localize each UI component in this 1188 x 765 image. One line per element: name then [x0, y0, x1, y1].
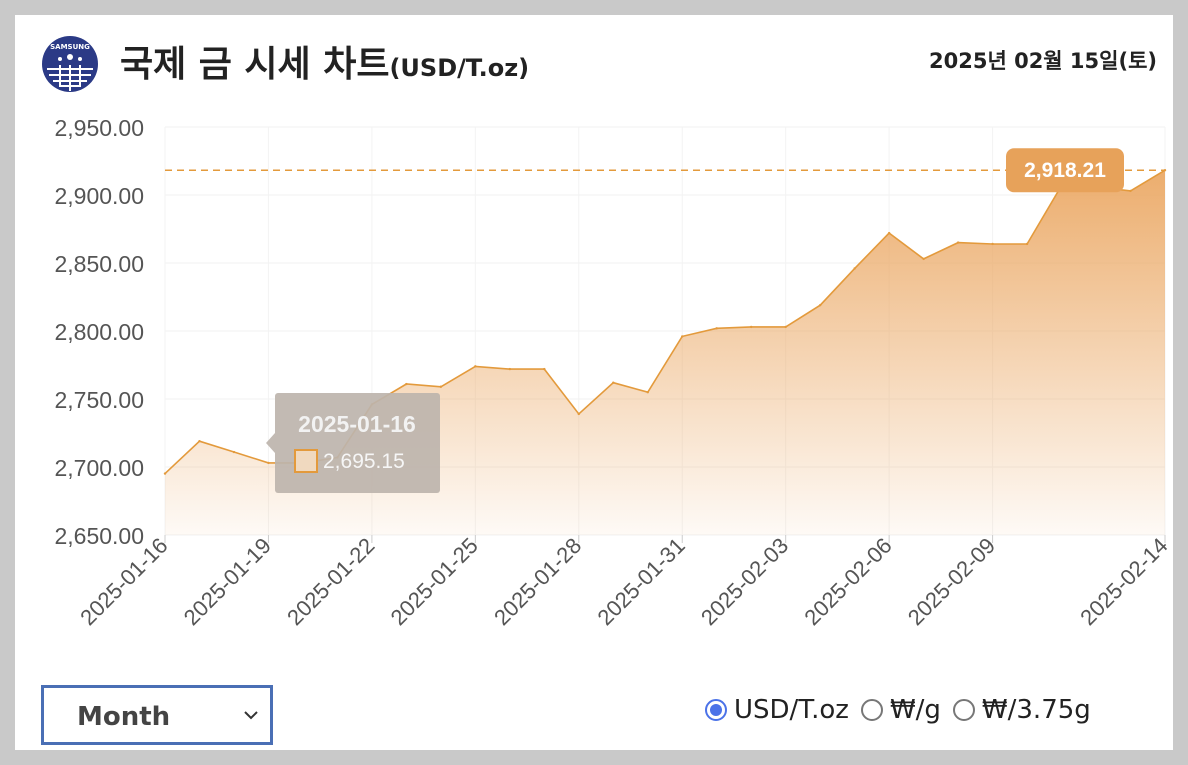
tooltip-arrow: [266, 433, 275, 453]
data-point: [750, 325, 753, 329]
data-point: [267, 461, 270, 465]
data-point: [853, 267, 856, 270]
unit-radio-label: ₩/g: [889, 695, 941, 725]
y-tick-label: 2,800.00: [54, 319, 144, 345]
radio-unchecked-icon[interactable]: [860, 699, 883, 721]
data-point: [612, 381, 615, 384]
data-point: [543, 367, 546, 371]
data-point: [163, 472, 167, 475]
radio-unchecked-icon[interactable]: [952, 699, 975, 721]
x-tick-label: 2025-01-25: [386, 533, 483, 630]
unit-radio-krw-g[interactable]: ₩/g: [860, 695, 941, 725]
y-tick-label: 2,750.00: [54, 387, 144, 413]
x-tick-label: 2025-01-22: [282, 533, 379, 630]
period-select[interactable]: Month: [41, 685, 273, 745]
data-point: [646, 391, 649, 394]
x-tick-label: 2025-02-03: [696, 533, 793, 630]
tooltip-value: 2,695.15: [323, 450, 405, 473]
data-point: [991, 242, 994, 246]
data-point: [232, 450, 236, 454]
unit-radio-label: ₩/3.75g: [981, 695, 1091, 725]
data-point: [405, 382, 408, 386]
y-tick-label: 2,650.00: [54, 523, 144, 549]
y-axis: 2,950.00 2,900.00 2,850.00 2,800.00 2,750.00…: [54, 115, 144, 549]
data-point: [439, 385, 443, 388]
chevron-down-icon: [244, 711, 258, 720]
unit-radio-group: USD/T.oz ₩/g ₩/3.75g: [705, 695, 1103, 725]
unit-radio-krw-don[interactable]: ₩/3.75g: [952, 695, 1091, 725]
x-tick-label: 2025-01-19: [179, 533, 276, 630]
x-tick-label: 2025-02-06: [799, 533, 896, 630]
data-point: [922, 257, 925, 261]
y-tick-label: 2,900.00: [54, 183, 144, 209]
data-point: [681, 335, 684, 338]
data-point: [1129, 189, 1132, 193]
tooltip-date: 2025-01-16: [298, 411, 416, 437]
data-point: [198, 439, 201, 443]
gold-price-chart: 2,950.00 2,900.00 2,850.00 2,800.00 2,750.00…: [54, 115, 1172, 630]
x-axis: 2025-01-16 2025-01-19 2025-01-22 2025-01-25…: [75, 533, 1172, 630]
unit-radio-label: USD/T.oz: [734, 695, 849, 725]
x-tick-label: 2025-02-14: [1075, 533, 1172, 630]
data-point: [784, 325, 787, 329]
x-tick-label: 2025-02-09: [903, 533, 1000, 630]
tooltip-swatch: [294, 449, 318, 473]
data-point: [715, 327, 718, 330]
data-point: [887, 231, 891, 235]
chart-tooltip: 2025-01-16 2,695.15: [266, 393, 440, 493]
y-tick-label: 2,850.00: [54, 251, 144, 277]
current-price-label: 2,918.21: [1024, 159, 1106, 182]
gold-price-card: SAMSUNG 국제 금 시세 차트(USD/T.oz) 2025년 02월 1…: [15, 15, 1173, 750]
unit-radio-usd-toz[interactable]: USD/T.oz: [705, 695, 849, 725]
y-tick-label: 2,700.00: [54, 455, 144, 481]
data-point: [508, 367, 512, 371]
data-point: [1025, 242, 1029, 246]
data-point: [474, 365, 477, 368]
radio-checked-icon[interactable]: [705, 699, 727, 721]
current-price-badge: 2,918.21: [1006, 148, 1124, 193]
y-tick-label: 2,950.00: [54, 115, 144, 141]
data-point: [818, 303, 822, 307]
period-select-value: Month: [77, 702, 171, 732]
data-point: [577, 412, 580, 416]
x-tick-label: 2025-01-31: [593, 533, 690, 630]
x-tick-label: 2025-01-28: [489, 533, 586, 630]
data-point: [956, 241, 960, 244]
